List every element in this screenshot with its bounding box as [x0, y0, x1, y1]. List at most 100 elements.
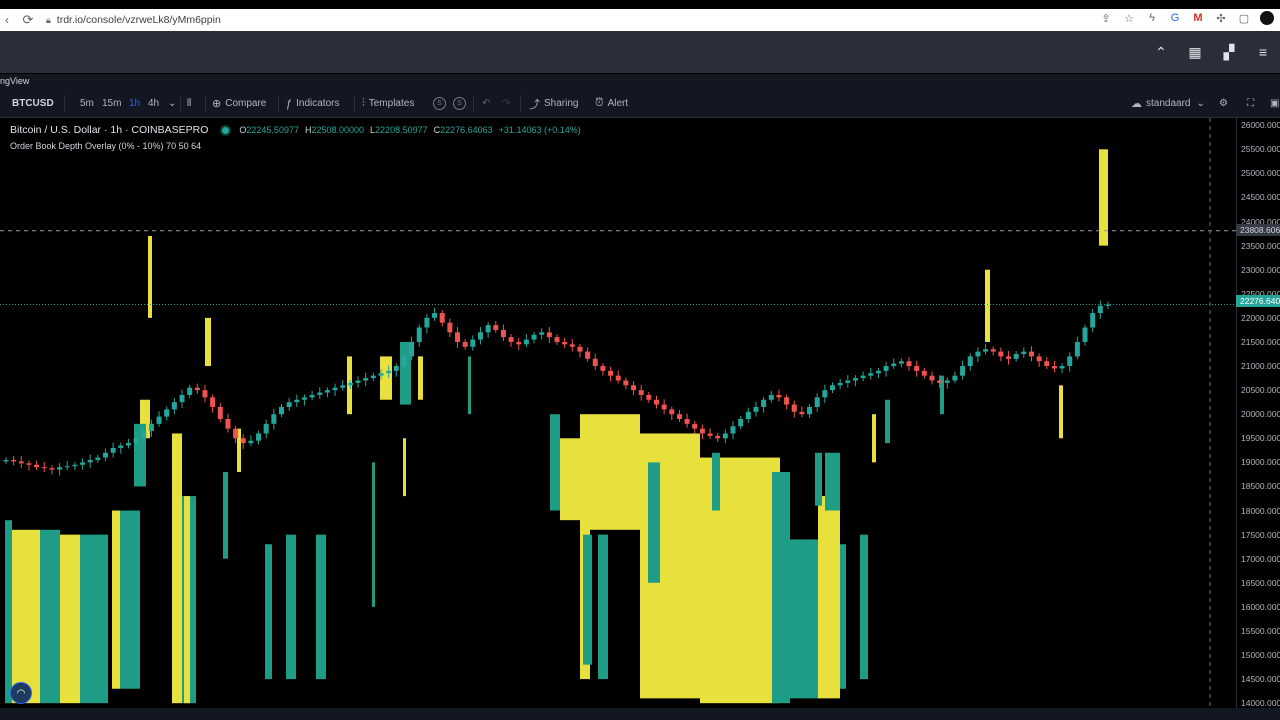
candle-body	[378, 373, 384, 376]
candle-body	[179, 394, 185, 403]
candle-body	[646, 394, 652, 400]
chart-canvas[interactable]	[0, 118, 1280, 708]
candle-body	[967, 356, 973, 367]
redo-icon[interactable]: ↷	[502, 89, 510, 118]
candle-body	[279, 406, 284, 415]
interval-5m[interactable]: 5m	[80, 89, 94, 118]
legend-low: L22208.50977	[370, 125, 428, 135]
price-tick: 17000.0000	[1241, 553, 1280, 564]
candle-body	[233, 428, 239, 439]
depth-band	[12, 529, 40, 704]
undo-icon[interactable]: ↶	[482, 89, 490, 118]
layout-save-button[interactable]: ☁ standaard ⌄	[1131, 89, 1205, 118]
candle-body	[248, 440, 254, 444]
candle-body	[845, 380, 851, 383]
avatar[interactable]	[1260, 11, 1274, 25]
layout-name-label: standaard	[1146, 98, 1191, 109]
candle-body	[49, 468, 55, 470]
price-tick: 21500.0000	[1241, 336, 1280, 347]
depth-band	[840, 544, 846, 689]
candle-body	[1059, 366, 1065, 369]
candle-body	[286, 402, 292, 407]
grid-icon[interactable]: ▞	[1212, 44, 1246, 61]
candle-body	[363, 378, 369, 381]
templates-button[interactable]: ⫶ Templates	[362, 89, 414, 118]
candle-body	[194, 387, 200, 391]
lightning-icon[interactable]: ϟ	[1145, 11, 1159, 25]
candle-body	[753, 406, 759, 412]
candle-body	[455, 332, 461, 342]
candle-body	[814, 397, 820, 407]
star-icon[interactable]: ☆	[1122, 11, 1136, 25]
compare-button[interactable]: ⊕ Compare	[212, 89, 266, 118]
candle-body	[623, 380, 629, 386]
candle-body	[531, 334, 537, 340]
url-text[interactable]: trdr.io/console/vzrweLk8/yMm6ppin	[57, 14, 221, 26]
price-chart[interactable]: Bitcoin / U.S. Dollar · 1h · COINBASEPRO…	[0, 118, 1280, 708]
depth-band	[815, 452, 822, 506]
puzzle-icon[interactable]: ✣	[1214, 11, 1228, 25]
candle-body	[64, 466, 70, 468]
candle-body	[370, 375, 376, 379]
snapshot-button[interactable]: S	[433, 89, 446, 118]
depth-band	[648, 462, 660, 583]
candle-body	[256, 433, 262, 441]
chevron-down-icon[interactable]: ⌄	[168, 89, 176, 118]
alert-button[interactable]: ⏰︎ Alert	[595, 89, 628, 118]
chevron-up-icon[interactable]: ⌃	[1144, 44, 1178, 61]
candle-body	[738, 419, 744, 427]
candle-body	[156, 416, 162, 424]
candle-body	[324, 390, 330, 393]
menu-icon[interactable]: ≡	[1246, 44, 1280, 60]
share-icon: ⤴	[529, 98, 540, 111]
study-legend[interactable]: Order Book Depth Overlay (0% - 10%) 70 5…	[10, 141, 201, 151]
candle-body	[868, 373, 874, 376]
candle-body	[424, 317, 430, 328]
candle-body	[508, 337, 514, 342]
candle-body	[1067, 356, 1073, 367]
candle-body	[562, 341, 568, 345]
reload-icon[interactable]: ⟳	[20, 12, 36, 28]
price-tick: 17500.0000	[1241, 529, 1280, 540]
candle-body	[493, 325, 499, 330]
symbol-search[interactable]: BTCUSD	[12, 89, 54, 118]
price-tick: 18500.0000	[1241, 481, 1280, 492]
depth-band	[60, 534, 80, 704]
letterbox	[0, 0, 1280, 9]
candle-body	[401, 356, 407, 367]
interval-15m[interactable]: 15m	[102, 89, 121, 118]
tradingview-logo-icon[interactable]: ◠	[10, 682, 32, 704]
candle-body	[699, 428, 705, 434]
back-icon[interactable]: ‹	[0, 13, 14, 27]
lock-icon[interactable]: 🔒︎	[46, 15, 51, 26]
candle-body	[294, 399, 300, 403]
sharing-button[interactable]: ⤴ Sharing	[529, 89, 578, 118]
save-button[interactable]: S	[453, 89, 466, 118]
candle-body	[332, 387, 338, 391]
price-axis[interactable]: 26000.0000 25500.0000 25000.0000 24500.0000…	[1236, 118, 1280, 708]
candle-body	[57, 467, 63, 470]
settings-gear-icon[interactable]: ⚙	[1219, 89, 1228, 118]
depth-band	[712, 452, 720, 511]
candles-icon[interactable]: ⫴	[187, 89, 191, 118]
translate-icon[interactable]: G	[1168, 11, 1182, 25]
share-icon[interactable]: ⇪	[1099, 11, 1113, 25]
gmail-icon[interactable]: M	[1191, 11, 1205, 25]
candle-body	[26, 463, 32, 465]
price-tick: 24500.0000	[1241, 192, 1280, 203]
interval-1h[interactable]: 1h	[129, 89, 140, 118]
candle-body	[102, 452, 108, 458]
sidebar-icon[interactable]: ▢	[1237, 11, 1251, 25]
price-tick: 23500.0000	[1241, 240, 1280, 251]
layout-icon[interactable]: ▦	[1178, 44, 1212, 61]
candle-body	[898, 361, 904, 364]
candle-body	[1074, 341, 1080, 357]
price-tick: 14500.0000	[1241, 674, 1280, 685]
camera-icon[interactable]: ▣	[1270, 89, 1279, 118]
candle-body	[837, 382, 843, 386]
candle-body	[1006, 356, 1012, 359]
fullscreen-icon[interactable]: ⛶	[1247, 89, 1254, 118]
indicators-button[interactable]: ƒ Indicators	[286, 89, 339, 118]
depth-band	[985, 269, 990, 342]
interval-4h[interactable]: 4h	[148, 89, 159, 118]
